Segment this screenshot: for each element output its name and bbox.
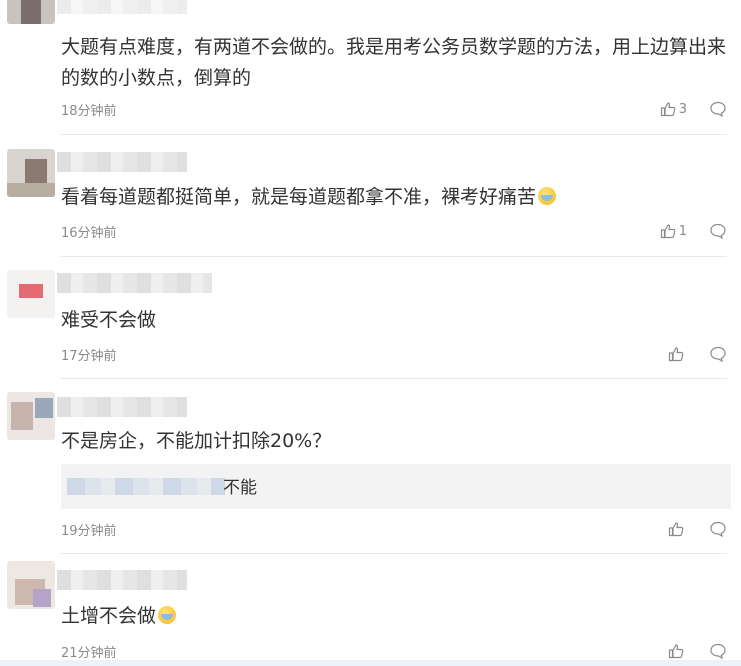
divider: [61, 378, 727, 379]
comment-text: 不是房企，不能加计扣除20%？: [61, 430, 332, 452]
like-count: 3: [678, 101, 687, 117]
comment-text: 土增不会做: [61, 601, 727, 632]
thumbs-up-icon: [668, 644, 684, 659]
reply-box[interactable]: 不能: [61, 464, 731, 509]
like-button[interactable]: 3: [660, 99, 687, 119]
crying-face-emoji: [538, 187, 557, 205]
avatar[interactable]: [7, 149, 55, 197]
comment-actions: [647, 641, 727, 661]
reply-username-blurred[interactable]: [67, 478, 225, 495]
comment-time: 19分钟前: [61, 524, 117, 539]
username-blurred[interactable]: [57, 152, 187, 172]
speech-bubble-icon[interactable]: [709, 222, 727, 240]
speech-bubble-icon[interactable]: [709, 345, 727, 363]
comment-time: 17分钟前: [61, 349, 117, 364]
comment-time: 16分钟前: [61, 226, 117, 241]
divider: [61, 256, 727, 257]
thumbs-up-icon: [660, 102, 676, 117]
avatar[interactable]: [7, 561, 55, 609]
like-button[interactable]: [668, 641, 687, 661]
username-blurred[interactable]: [57, 397, 187, 417]
crying-face-emoji: [158, 606, 177, 624]
avatar[interactable]: [7, 392, 55, 440]
thumbs-up-icon: [668, 347, 684, 362]
comment-actions: [647, 519, 727, 539]
username-blurred[interactable]: [57, 273, 212, 293]
comment-actions: 1: [647, 221, 727, 241]
comment-text: 难受不会做: [61, 309, 157, 331]
speech-bubble-icon[interactable]: [709, 100, 727, 118]
like-button[interactable]: [668, 344, 687, 364]
avatar[interactable]: [7, 0, 55, 24]
username-blurred[interactable]: [57, 0, 187, 14]
divider: [61, 553, 727, 554]
like-button[interactable]: [668, 519, 687, 539]
username-blurred[interactable]: [57, 570, 187, 590]
comment-time: 21分钟前: [61, 646, 117, 661]
divider: [61, 134, 727, 135]
comment-actions: 3: [647, 99, 727, 119]
comment-actions: [647, 344, 727, 364]
comment-text: 大题有点难度，有两道不会做的。我是用考公务员数学题的方法，用上边算出来的数的小数…: [61, 36, 727, 89]
reply-text: 不能: [223, 478, 257, 498]
thumbs-up-icon: [668, 522, 684, 537]
speech-bubble-icon[interactable]: [709, 642, 727, 660]
comment-time: 18分钟前: [61, 104, 117, 119]
avatar[interactable]: [7, 270, 55, 318]
comment-text: 看着每道题都挺简单，就是每道题都拿不准，裸考好痛苦: [61, 182, 727, 213]
thumbs-up-icon: [660, 224, 676, 239]
like-count: 1: [678, 223, 687, 239]
like-button[interactable]: 1: [660, 221, 687, 241]
bottom-edge: [0, 660, 741, 666]
speech-bubble-icon[interactable]: [709, 520, 727, 538]
